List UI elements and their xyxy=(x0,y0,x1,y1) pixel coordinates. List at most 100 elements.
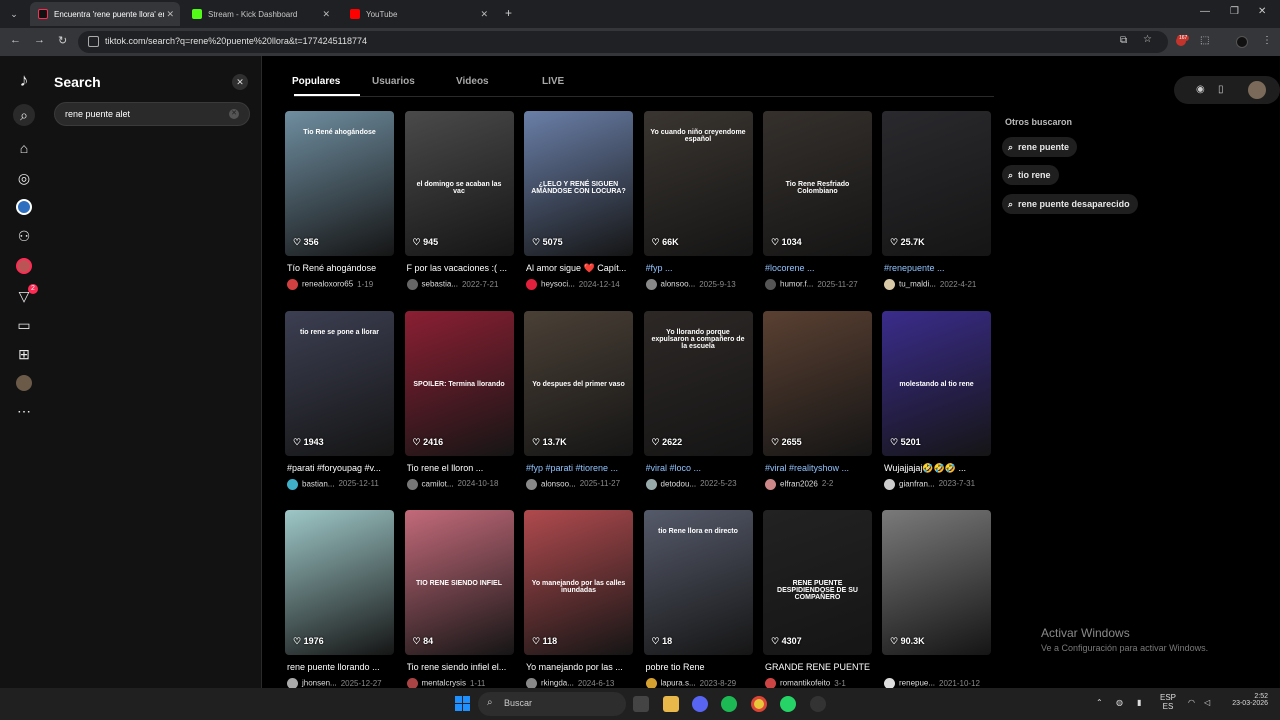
related-search-chip[interactable]: ⌕ rene puente desaparecido xyxy=(1002,194,1138,214)
creator-avatar[interactable] xyxy=(406,279,418,290)
obs-icon[interactable] xyxy=(810,696,826,712)
video-description[interactable]: #parati #foryoupag #v... xyxy=(287,463,395,473)
new-tab-button[interactable]: + xyxy=(505,6,512,20)
creator-username[interactable]: renealoxoro65 xyxy=(302,280,353,289)
creator-username[interactable]: rkingda... xyxy=(541,679,574,688)
maximize-icon[interactable]: ❐ xyxy=(1230,6,1239,17)
close-window-icon[interactable]: ✕ xyxy=(1258,6,1266,17)
video-thumbnail[interactable]: tio Rene llora en directo ♡ 18 xyxy=(643,510,753,655)
home-icon[interactable]: ⌂ xyxy=(14,138,34,158)
creator-avatar[interactable] xyxy=(765,478,776,490)
creator-username[interactable]: gianfran... xyxy=(899,479,935,488)
forward-icon[interactable]: → xyxy=(34,34,45,46)
chrome-icon[interactable] xyxy=(751,696,767,712)
creator-username[interactable]: tu_maldi... xyxy=(899,280,936,289)
video-description[interactable]: rene puente llorando ... xyxy=(287,662,395,672)
video-thumbnail[interactable]: ♡ 90.3K xyxy=(882,510,991,655)
profile-avatar[interactable] xyxy=(1236,36,1248,48)
site-info-icon[interactable] xyxy=(88,36,99,47)
video-thumbnail[interactable]: Yo cuando niño creyendome español ♡ 66K xyxy=(643,111,753,256)
video-thumbnail[interactable]: molestando al tio rene ♡ 5201 xyxy=(882,310,991,456)
video-description[interactable]: pobre tio Rene xyxy=(646,662,754,672)
creator-avatar[interactable] xyxy=(645,478,657,490)
video-thumbnail[interactable]: ♡ 25.7K xyxy=(882,111,991,256)
address-bar[interactable]: tiktok.com/search?q=rene%20puente%20llor… xyxy=(78,31,1168,53)
video-thumbnail[interactable]: Tio Rene Resfriado Colombiano ♡ 1034 xyxy=(763,111,872,256)
video-description[interactable]: #renepuente ... xyxy=(884,263,992,273)
bookmark-star-icon[interactable]: ☆ xyxy=(1143,34,1152,45)
close-tab-icon[interactable]: ✕ xyxy=(166,9,174,20)
creator-username[interactable]: alonsoo... xyxy=(661,280,696,289)
video-description[interactable]: Tio rene siendo infiel el... xyxy=(407,662,515,672)
following-avatar-icon[interactable] xyxy=(14,197,34,217)
video-description[interactable]: F por las vacaciones :( ... xyxy=(407,263,515,273)
tab-live[interactable]: LIVE xyxy=(542,76,602,87)
video-thumbnail[interactable]: Yo despues del primer vaso ♡ 13.7K xyxy=(524,310,633,456)
close-tab-icon[interactable]: ✕ xyxy=(322,9,330,20)
taskbar-search[interactable]: ⌕ Buscar xyxy=(478,692,626,716)
creator-username[interactable]: alonsoo... xyxy=(541,479,576,488)
close-search-icon[interactable]: ✕ xyxy=(232,74,248,90)
creator-avatar[interactable] xyxy=(645,279,657,290)
video-description[interactable]: #viral #loco ... xyxy=(646,463,754,473)
search-input-value[interactable]: rene puente alet xyxy=(65,109,130,119)
minimize-icon[interactable]: — xyxy=(1200,6,1210,17)
discord-icon[interactable] xyxy=(692,696,708,712)
url-text[interactable]: tiktok.com/search?q=rene%20puente%20llor… xyxy=(105,36,367,46)
video-thumbnail[interactable]: Tio René ahogándose ♡ 356 xyxy=(285,111,394,256)
whatsapp-icon[interactable] xyxy=(780,696,796,712)
language-indicator[interactable]: ESP ES xyxy=(1160,693,1176,711)
video-description[interactable]: #fyp ... xyxy=(646,263,754,273)
video-thumbnail[interactable]: TIO RENE SIENDO INFIEL ♡ 84 xyxy=(404,510,514,655)
video-description[interactable]: Yo manejando por las ... xyxy=(526,662,634,672)
creator-username[interactable]: mentalcrysis xyxy=(422,679,466,688)
tab-usuarios[interactable]: Usuarios xyxy=(372,76,456,87)
tab-videos[interactable]: Videos xyxy=(456,76,542,87)
creator-username[interactable]: lapura.s... xyxy=(661,679,696,688)
inbox-icon[interactable]: ▭ xyxy=(14,315,34,335)
tab-search-dropdown-icon[interactable]: ⌄ xyxy=(6,6,22,22)
creator-avatar[interactable] xyxy=(526,279,537,290)
user-avatar[interactable] xyxy=(1248,81,1266,99)
volume-icon[interactable]: ◁ xyxy=(1204,698,1210,707)
get-app-icon[interactable]: ▯ xyxy=(1218,84,1224,95)
upload-icon[interactable]: ⊞ xyxy=(14,344,34,364)
related-search-chip[interactable]: ⌕ rene puente xyxy=(1002,137,1078,157)
browser-menu-icon[interactable]: ⋮ xyxy=(1262,35,1272,46)
tray-app-icon[interactable]: ▮ xyxy=(1137,698,1141,707)
creator-username[interactable]: jhonsen... xyxy=(302,679,337,688)
browser-tab-youtube[interactable]: YouTube ✕ xyxy=(342,2,494,26)
video-thumbnail[interactable]: el domingo se acaban las vac ♡ 945 xyxy=(404,111,514,256)
explore-compass-icon[interactable]: ◎ xyxy=(14,168,34,188)
live-avatar-icon[interactable] xyxy=(14,256,34,276)
reload-icon[interactable]: ↻ xyxy=(58,34,67,47)
video-thumbnail[interactable]: Yo manejando por las calles inundadas ♡ 1… xyxy=(524,510,633,655)
cast-icon[interactable]: ⧉ xyxy=(1120,35,1127,46)
video-description[interactable]: GRANDE RENE PUENTE xyxy=(765,662,873,672)
creator-avatar[interactable] xyxy=(765,279,776,290)
video-description[interactable]: #viral #realityshow ... xyxy=(765,463,873,473)
creator-username[interactable]: humor.f... xyxy=(780,280,813,289)
clear-search-icon[interactable]: ✕ xyxy=(229,109,239,119)
creator-username[interactable]: elfran2026 xyxy=(780,479,818,488)
creator-username[interactable]: detodou... xyxy=(661,479,697,488)
task-view-icon[interactable] xyxy=(633,696,649,712)
coins-icon[interactable]: ◉ xyxy=(1196,84,1205,95)
video-description[interactable]: Al amor sigue ❤️ Capít... xyxy=(526,263,634,274)
tray-overflow-icon[interactable]: ⌃ xyxy=(1096,698,1103,707)
browser-tab-kick[interactable]: Stream - Kick Dashboard ✕ xyxy=(184,2,336,26)
close-tab-icon[interactable]: ✕ xyxy=(480,9,488,20)
tray-app-icon[interactable]: ◍ xyxy=(1116,698,1123,707)
video-description[interactable]: #locorene ... xyxy=(765,263,873,273)
creator-avatar[interactable] xyxy=(287,279,298,290)
file-explorer-icon[interactable] xyxy=(663,696,679,712)
video-thumbnail[interactable]: ¿LELO Y RENÉ SIGUEN AMÁNDOSE CON LOCURA?… xyxy=(524,111,633,256)
creator-username[interactable]: sebastia... xyxy=(422,280,458,289)
creator-avatar[interactable] xyxy=(287,478,298,490)
video-description[interactable]: #fyp #parati #tiorene ... xyxy=(526,463,634,473)
profile-avatar-icon[interactable] xyxy=(14,373,34,393)
video-thumbnail[interactable]: RENE PUENTE DESPIDIENDOSE DE SU COMPAÑER… xyxy=(763,510,872,655)
taskbar-clock[interactable]: 2:52 23-03-2026 xyxy=(1224,693,1268,707)
creator-username[interactable]: romantikofeito xyxy=(780,679,830,688)
creator-avatar[interactable] xyxy=(884,478,895,490)
